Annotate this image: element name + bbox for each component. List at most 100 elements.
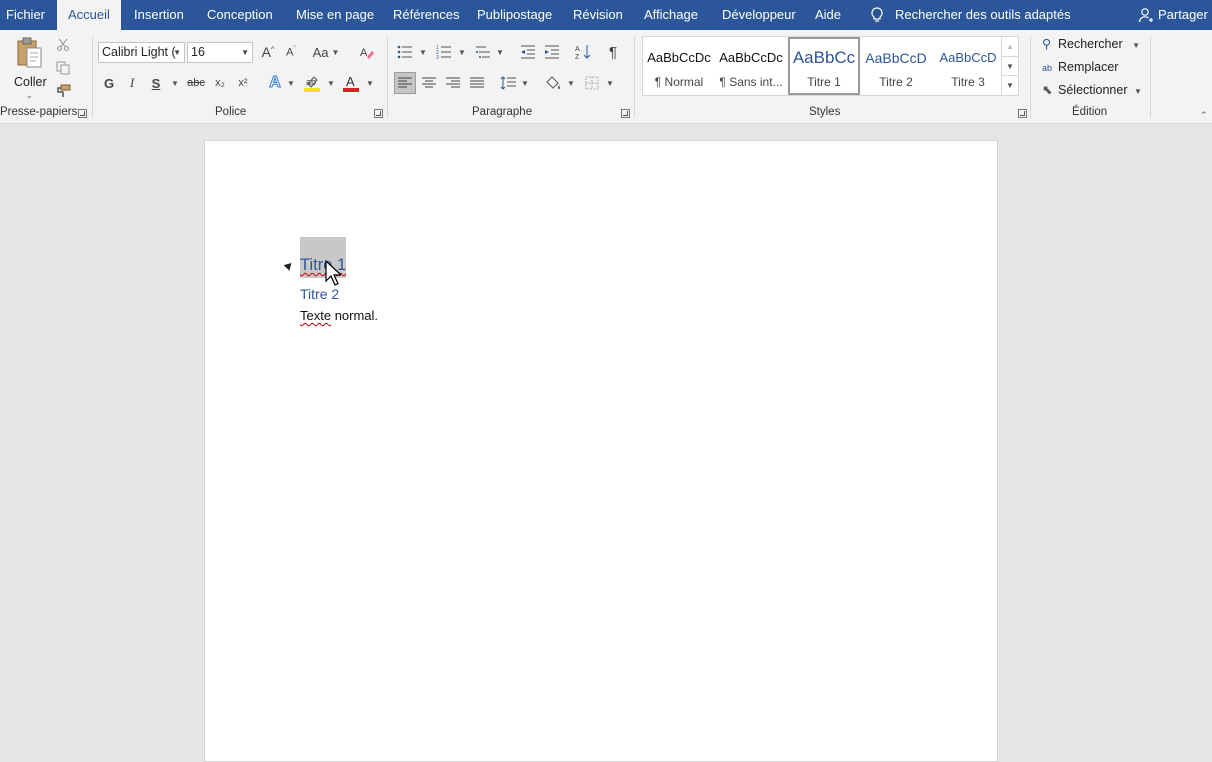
align-center-icon <box>422 77 436 88</box>
style-preview: AaBbCcD <box>939 50 997 65</box>
show-formatting-marks-button[interactable]: ¶ <box>602 41 624 63</box>
paste-button[interactable]: Coller ⌄ <box>10 34 50 100</box>
strikethrough-button[interactable]: abc <box>185 72 207 94</box>
tab-developpeur[interactable]: Développeur <box>722 0 796 30</box>
tab-mise-en-page[interactable]: Mise en page <box>296 0 374 30</box>
chevron-down-icon[interactable]: ▼ <box>496 48 504 57</box>
group-divider <box>92 36 93 118</box>
tab-aide[interactable]: Aide <box>815 0 841 30</box>
bold-button[interactable]: G <box>98 72 120 94</box>
document-page[interactable]: Titre 1 Titre 2 Texte normal. <box>204 140 998 762</box>
underline-button[interactable]: S <box>145 72 167 94</box>
subscript-button[interactable]: x₂ <box>209 72 231 94</box>
select-label: Sélectionner <box>1058 83 1128 97</box>
person-icon <box>1138 8 1153 23</box>
group-divider <box>1150 36 1151 118</box>
justify-button[interactable] <box>466 72 488 94</box>
document-heading-2[interactable]: Titre 2 <box>300 286 339 302</box>
find-button[interactable]: ⚲ Rechercher ▼ <box>1042 34 1140 54</box>
tab-conception[interactable]: Conception <box>207 0 273 30</box>
replace-button[interactable]: ab Remplacer <box>1042 57 1118 77</box>
collapse-ribbon-icon[interactable]: ⌃ <box>1200 110 1208 121</box>
document-paragraph[interactable]: Texte normal. <box>300 308 378 323</box>
chevron-down-icon[interactable]: ▼ <box>171 79 179 88</box>
chevron-down-icon[interactable]: ▼ <box>458 48 466 57</box>
shading-button[interactable] <box>542 72 564 94</box>
style-heading-2[interactable]: AaBbCcD Titre 2 <box>860 37 932 95</box>
italic-button[interactable]: I <box>121 72 143 94</box>
cut-icon[interactable] <box>52 34 74 56</box>
svg-text:A: A <box>575 46 580 53</box>
highlighter-icon: ab <box>304 76 320 92</box>
clear-formatting-button[interactable]: A <box>356 41 378 63</box>
svg-text:A: A <box>360 47 368 59</box>
chevron-down-icon[interactable]: ▼ <box>419 48 427 57</box>
numbering-button[interactable]: 123 <box>433 41 455 63</box>
collapse-heading-icon[interactable] <box>283 260 295 271</box>
multilevel-list-icon <box>476 46 490 58</box>
decrease-indent-button[interactable] <box>517 41 539 63</box>
style-normal[interactable]: AaBbCcDc ¶ Normal <box>643 37 715 95</box>
tab-references[interactable]: Références <box>393 0 459 30</box>
tab-affichage[interactable]: Affichage <box>644 0 698 30</box>
chevron-down-icon[interactable]: ▼ <box>567 79 575 88</box>
select-button[interactable]: ⬉ Sélectionner ▼ <box>1042 80 1142 100</box>
heading-2-text: Titre 2 <box>300 286 340 302</box>
clipboard-group-label: Presse-papiers <box>0 106 78 118</box>
chevron-down-icon[interactable]: ▼ <box>521 79 529 88</box>
justify-icon <box>470 77 484 88</box>
paragraph-text: normal. <box>331 308 379 323</box>
tab-insertion[interactable]: Insertion <box>134 0 184 30</box>
clipboard-launcher-icon[interactable] <box>78 109 87 118</box>
grow-font-button[interactable]: A^ <box>257 41 279 63</box>
sort-button[interactable]: AZ <box>572 41 594 63</box>
chevron-down-icon[interactable]: ▼ <box>327 79 335 88</box>
style-preview: AaBbCcDc <box>719 50 783 65</box>
highlight-color-button[interactable]: ab <box>301 72 323 94</box>
style-heading-1[interactable]: AaBbCc Titre 1 <box>788 37 860 95</box>
shrink-font-button[interactable]: Aˇ <box>280 41 302 63</box>
format-painter-icon[interactable] <box>52 80 74 102</box>
copy-icon[interactable] <box>52 57 74 79</box>
gallery-more-icon[interactable]: ▼ <box>1001 75 1018 95</box>
style-heading-3[interactable]: AaBbCcD Titre 3 <box>932 37 1004 95</box>
chevron-down-icon[interactable]: ▼ <box>287 79 295 88</box>
font-group-label: Police <box>215 106 247 118</box>
style-preview: AaBbCcD <box>865 50 927 66</box>
change-case-button[interactable]: Aa ▼ <box>311 41 341 63</box>
font-color-button[interactable]: A <box>340 72 362 94</box>
chevron-down-icon[interactable]: ▼ <box>366 79 374 88</box>
font-launcher-icon[interactable] <box>374 109 383 118</box>
share-button[interactable]: Partager <box>1138 0 1208 30</box>
line-spacing-button[interactable] <box>497 72 519 94</box>
styles-gallery: AaBbCcDc ¶ Normal AaBbCcDc ¶ Sans int...… <box>642 36 1019 96</box>
align-left-button[interactable] <box>394 72 416 94</box>
tab-revision[interactable]: Révision <box>573 0 623 30</box>
tab-accueil[interactable]: Accueil <box>57 0 121 30</box>
superscript-button[interactable]: x² <box>232 72 254 94</box>
increase-indent-button[interactable] <box>541 41 563 63</box>
align-right-button[interactable] <box>442 72 464 94</box>
text-effects-button[interactable]: A <box>264 72 286 94</box>
font-family-select[interactable]: Calibri Light ( ▼ <box>98 42 185 63</box>
chevron-down-icon[interactable]: ▼ <box>606 79 614 88</box>
tab-publipostage[interactable]: Publipostage <box>477 0 552 30</box>
replace-label: Remplacer <box>1058 60 1119 74</box>
bullets-button[interactable] <box>394 41 416 63</box>
styles-launcher-icon[interactable] <box>1018 109 1027 118</box>
chevron-down-icon: ⌄ <box>26 91 33 100</box>
shrink-font-icon: Aˇ <box>286 45 296 59</box>
paragraph-launcher-icon[interactable] <box>621 109 630 118</box>
align-center-button[interactable] <box>418 72 440 94</box>
multilevel-list-button[interactable] <box>472 41 494 63</box>
gallery-scroll-down-icon[interactable]: ▼ <box>1001 56 1018 76</box>
share-label: Partager <box>1158 7 1208 22</box>
chevron-down-icon: ▼ <box>1133 87 1142 96</box>
style-no-spacing[interactable]: AaBbCcDc ¶ Sans int... <box>715 37 787 95</box>
tab-fichier[interactable]: Fichier <box>6 0 45 30</box>
align-left-icon <box>398 77 412 88</box>
borders-button[interactable] <box>581 72 603 94</box>
gallery-scroll-up-icon[interactable]: ▲ <box>1001 37 1018 56</box>
paragraph-misspelled-word: Texte <box>300 308 332 323</box>
font-size-select[interactable]: 16 ▼ <box>187 42 253 63</box>
